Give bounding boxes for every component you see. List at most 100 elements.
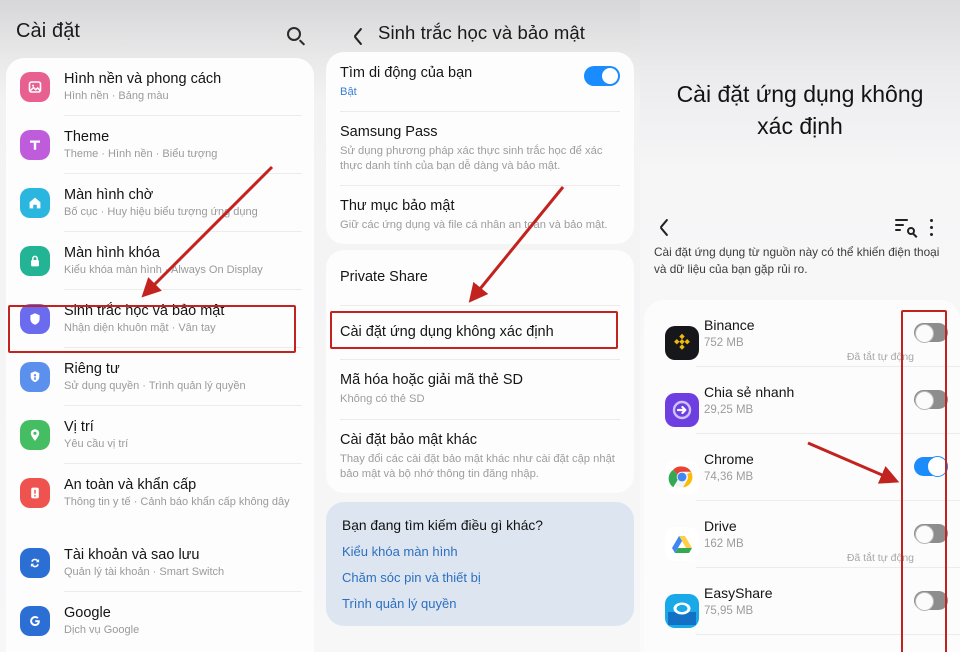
biometrics-header: Sinh trắc học và bảo mật <box>320 0 640 58</box>
chrome-icon <box>656 451 699 494</box>
tip-heading: Bạn đang tìm kiếm điều gì khác? <box>342 518 543 533</box>
setting-subtitle: Bố cục · Huy hiệu biểu tượng ứng dụng <box>64 206 258 218</box>
security-item-0[interactable]: Tìm di động của bạn Bật <box>326 52 634 111</box>
app-list-item[interactable]: Binance 752 MB Đã tắt tự động <box>644 300 960 367</box>
more-vertical-icon[interactable] <box>930 219 934 237</box>
setting-subtitle: Yêu cầu vị trí <box>64 438 129 450</box>
lock-screen-icon <box>20 246 50 276</box>
sidebar-item-3[interactable]: Màn hình khóa Kiểu khóa màn hình · Always… <box>6 232 314 290</box>
sidebar-item-8[interactable]: Tài khoản và sao lưu Quản lý tài khoản · … <box>6 534 314 592</box>
sidebar-item-6[interactable]: Vị trí Yêu cầu vị trí <box>6 406 314 464</box>
location-pin-icon <box>20 420 50 450</box>
theme-icon <box>20 130 50 160</box>
security-item-title: Thư mục bảo mật <box>340 198 455 214</box>
security-item-subtitle: Không có thẻ SD <box>340 393 425 405</box>
setting-subtitle: Quản lý tài khoản · Smart Switch <box>64 566 225 578</box>
setting-title: Sinh trắc học và bảo mật <box>64 303 225 319</box>
app-list-item[interactable]: EasyShare 75,95 MB <box>644 568 960 635</box>
list-search-icon[interactable] <box>895 219 918 238</box>
chevron-left-icon[interactable] <box>656 218 672 237</box>
app-list-item[interactable]: Chia sẻ nhanh 29,25 MB <box>644 367 960 434</box>
lock-screen-icon <box>27 253 43 269</box>
shield-icon <box>20 304 50 334</box>
setting-title: Google <box>64 605 111 621</box>
biometrics-security-panel: Sinh trắc học và bảo mật Tìm di động của… <box>320 0 640 652</box>
google-icon <box>27 613 43 629</box>
find-my-mobile-toggle[interactable] <box>584 66 620 86</box>
tip-link-0[interactable]: Kiểu khóa màn hình <box>326 539 634 565</box>
chevron-left-icon[interactable] <box>350 27 366 46</box>
page-title: Cài đặt <box>16 20 81 42</box>
security-item-4[interactable]: Cài đặt ứng dụng không xác định <box>326 306 634 359</box>
setting-subtitle: Sử dụng quyền · Trình quản lý quyền <box>64 380 246 392</box>
security-item-title: Tìm di động của bạn <box>340 65 473 81</box>
security-item-title: Samsung Pass <box>340 124 438 140</box>
easyshare-icon <box>656 585 699 628</box>
app-list: Binance 752 MB Đã tắt tự động Chia sẻ nhanh… <box>644 300 960 652</box>
looking-for-something-else-card: Bạn đang tìm kiếm điều gì khác? Kiểu khóa… <box>326 502 634 626</box>
location-pin-icon <box>27 427 43 443</box>
auto-disabled-label: Đã tắt tự động <box>846 351 914 363</box>
setting-title: Theme <box>64 129 110 145</box>
sidebar-item-1[interactable]: Theme Theme · Hình nền · Biểu tượng <box>6 116 314 174</box>
setting-title: Hình nền và phong cách <box>64 71 222 87</box>
home-screen-icon <box>27 195 43 211</box>
sidebar-item-5[interactable]: Riêng tư Sử dụng quyền · Trình quản lý qu… <box>6 348 314 406</box>
app-list-item[interactable]: Drive 162 MB Đã tắt tự động <box>644 501 960 568</box>
security-item-subtitle: Giữ các ứng dụng và file cá nhân an toàn… <box>340 219 608 231</box>
security-item-3[interactable]: Private Share <box>326 250 634 305</box>
page-description: Cài đặt ứng dụng từ nguồn này có thể khi… <box>654 245 940 276</box>
security-item-title: Private Share <box>340 269 428 285</box>
binance-icon <box>656 317 699 360</box>
privacy-icon <box>20 362 50 392</box>
security-item-1[interactable]: Samsung Pass Sử dụng phương pháp xác thực… <box>326 112 634 185</box>
sidebar-item-7[interactable]: An toàn và khẩn cấp Thông tin y tế · Cảnh… <box>6 464 314 522</box>
tip-link-1[interactable]: Chăm sóc pin và thiết bị <box>326 565 634 591</box>
security-item-6[interactable]: Cài đặt bảo mật khác Thay đổi các cài đặt… <box>326 420 634 494</box>
security-item-title: Cài đặt ứng dụng không xác định <box>340 324 554 340</box>
setting-title: An toàn và khẩn cấp <box>64 477 197 493</box>
page-title: Cài đặt ứng dụng không xác định <box>676 81 924 139</box>
google-icon <box>20 606 50 636</box>
quick-share-icon <box>665 392 699 427</box>
setting-title: Tài khoản và sao lưu <box>64 547 200 563</box>
security-group-secondary: Private Share Cài đặt ứng dụng không xác … <box>326 250 634 493</box>
chrome-icon <box>665 459 699 494</box>
security-item-5[interactable]: Mã hóa hoặc giải mã thẻ SD Không có thẻ S… <box>326 360 634 419</box>
app-install-toggle[interactable] <box>914 323 948 343</box>
quick-share-icon <box>656 384 699 427</box>
app-install-toggle[interactable] <box>914 390 948 410</box>
app-list-item[interactable]: Chrome 74,36 MB <box>644 434 960 501</box>
security-group-primary: Tìm di động của bạn Bật Samsung Pass Sử dụn… <box>326 52 634 244</box>
security-item-subtitle: Thay đổi các cài đặt bảo mật khác như cà… <box>340 453 615 480</box>
app-list-item[interactable]: File của bạn34,40 MB <box>644 635 960 652</box>
drive-icon <box>656 518 699 561</box>
emergency-icon <box>27 485 43 501</box>
setting-title: Màn hình chờ <box>64 187 154 203</box>
app-install-toggle[interactable] <box>914 524 948 544</box>
sidebar-item-0[interactable]: Hình nền và phong cách Hình nền · Bảng mà… <box>6 58 314 116</box>
tip-link-2[interactable]: Trình quản lý quyền <box>326 591 634 617</box>
search-icon[interactable] <box>286 26 308 48</box>
sync-icon <box>27 555 43 571</box>
sidebar-item-4[interactable]: Sinh trắc học và bảo mật Nhận diện khuôn … <box>6 290 314 348</box>
app-install-toggle[interactable] <box>914 591 948 611</box>
privacy-icon <box>27 369 43 385</box>
emergency-icon <box>20 478 50 508</box>
security-item-2[interactable]: Thư mục bảo mật Giữ các ứng dụng và file … <box>326 186 634 245</box>
screenshot-root: Cài đặt Hình nền và phong cách Hình nền ·… <box>0 0 960 652</box>
sidebar-item-2[interactable]: Màn hình chờ Bố cục · Huy hiệu biểu tượng… <box>6 174 314 232</box>
app-install-toggle[interactable] <box>914 456 948 477</box>
sidebar-item-9[interactable]: Google Dịch vụ Google <box>6 592 314 650</box>
setting-subtitle: Theme · Hình nền · Biểu tượng <box>64 148 218 160</box>
shield-icon <box>27 311 43 327</box>
setting-subtitle: Thông tin y tế · Cảnh báo khẩn cấp không… <box>64 496 290 508</box>
auto-disabled-label: Đã tắt tự động <box>846 552 914 564</box>
setting-title: Màn hình khóa <box>64 245 160 261</box>
theme-icon <box>27 137 43 153</box>
home-screen-icon <box>20 188 50 218</box>
page-title: Sinh trắc học và bảo mật <box>378 22 586 43</box>
settings-list: Hình nền và phong cách Hình nền · Bảng mà… <box>6 58 314 652</box>
unknown-apps-panel: Cài đặt ứng dụng không xác định Cài đặt … <box>640 0 960 652</box>
setting-subtitle: Nhận diện khuôn mặt · Vân tay <box>64 322 216 334</box>
